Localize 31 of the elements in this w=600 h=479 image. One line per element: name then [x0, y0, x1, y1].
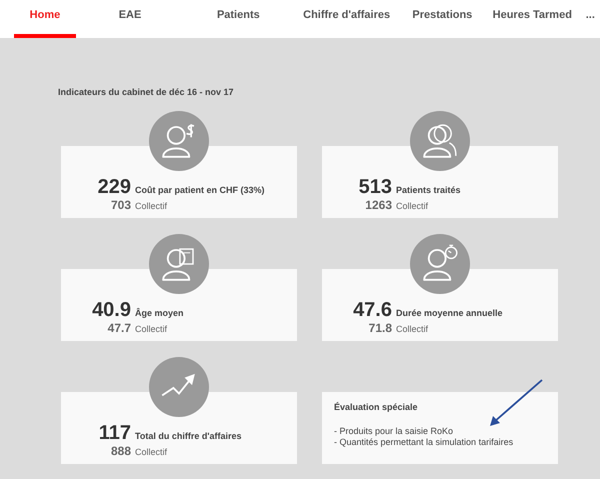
collective-label: Collectif [135, 447, 168, 457]
kpi-value: 117 [98, 422, 131, 444]
note-line: - Quantités permettant la simulation tarifaires [334, 437, 514, 448]
kpi-label: Total du chiffre d'affaires [135, 431, 242, 441]
collective-label: Collectif [396, 201, 428, 211]
kpi-label: Patients traités [396, 185, 461, 195]
nav-tab[interactable]: Prestations [400, 0, 484, 38]
collective-value: 47.7 [106, 321, 131, 335]
kpi-label: Âge moyen [135, 308, 184, 318]
collective-label: Collectif [135, 324, 168, 334]
kpi-label: Durée moyenne annuelle [396, 308, 503, 318]
kpi-label: Coût par patient en CHF (33%) [135, 185, 265, 195]
nav-tab[interactable]: Chiffre d'affaires [292, 0, 401, 38]
collective-value: 703 [110, 198, 131, 212]
kpi-value: 40.9 [91, 299, 131, 321]
collective-value: 71.8 [368, 321, 392, 335]
collective-value: 1263 [364, 198, 392, 212]
nav-tab[interactable]: Patients [184, 0, 292, 38]
collective-value: 888 [110, 444, 131, 458]
kpi-value: 513 [358, 176, 392, 198]
kpi-value: 229 [96, 176, 131, 198]
nav-tab[interactable]: Heures Tarmed [484, 0, 581, 38]
kpi-value: 47.6 [352, 299, 392, 321]
section-heading: Indicateurs du cabinet de déc 16 - nov 17 [58, 87, 234, 97]
nav-tab[interactable]: Home [14, 0, 76, 38]
note-title: Évaluation spéciale [334, 402, 418, 412]
note-line: - Produits pour la saisie RoKo [334, 426, 454, 437]
collective-label: Collectif [135, 201, 168, 211]
nav-tab[interactable]: EAE [76, 0, 184, 38]
nav-tab[interactable]: ... [580, 0, 600, 38]
collective-label: Collectif [396, 324, 428, 334]
